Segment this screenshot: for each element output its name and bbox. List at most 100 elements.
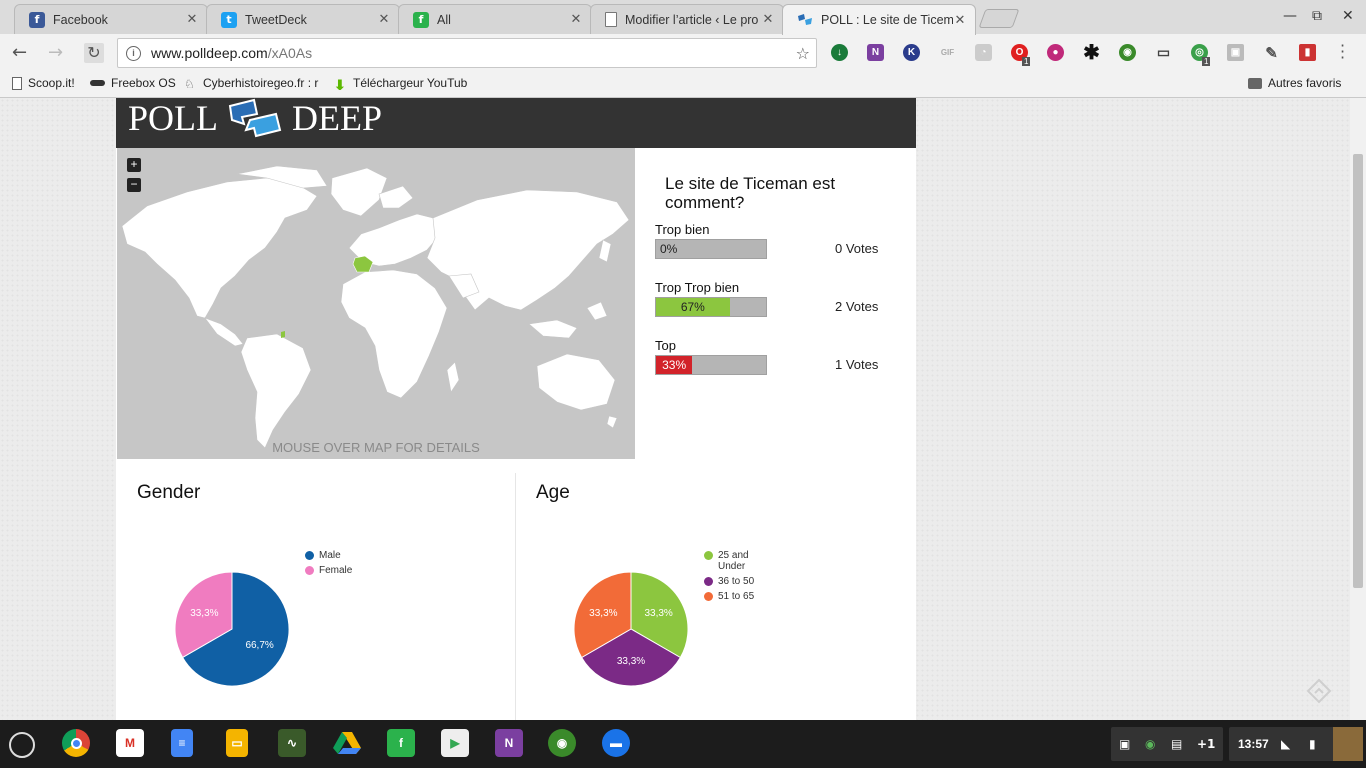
tv-icon[interactable]: ∿ [278, 729, 306, 757]
book-extension-icon[interactable]: ▮ [1299, 44, 1316, 61]
onenote-icon[interactable]: N [867, 44, 884, 61]
new-tab-button[interactable] [978, 9, 1020, 28]
scrollbar-thumb[interactable] [1353, 154, 1363, 588]
k-extension-icon[interactable]: K [903, 44, 920, 61]
screenshot-extension-icon[interactable]: ▣ [1227, 44, 1244, 61]
bookmark-youtube-downloader[interactable]: ⬇ Téléchargeur YouTub [334, 76, 472, 90]
vote-count: 1 Votes [835, 357, 879, 372]
feedly-icon[interactable]: f [387, 729, 415, 757]
result-bar: 67% [655, 297, 767, 317]
browser-toolbar: ← → ↻ i www.polldeep.com/xA0As ☆ ↓ N K G… [0, 34, 1366, 72]
age-title: Age [536, 482, 570, 503]
bookmark-label: Freebox OS [111, 76, 176, 90]
tab-title: TweetDeck [245, 12, 307, 27]
address-host: www.polldeep.com [151, 45, 268, 61]
freebox-icon [90, 80, 105, 86]
chrome-icon[interactable] [62, 729, 90, 757]
legend-item: 25 and Under [704, 550, 774, 572]
feedly-icon: f [413, 11, 429, 28]
world-map[interactable]: + − MOUSE OVER MAP FOR DETAILS [117, 148, 635, 459]
slides-icon[interactable]: ▭ [226, 729, 248, 757]
drive-icon[interactable] [333, 729, 361, 757]
legend-item: Male [305, 550, 352, 561]
camera-extension-icon[interactable]: ● [1047, 44, 1064, 61]
pen-icon[interactable]: ✎ [1263, 44, 1280, 62]
bookmark-label: Téléchargeur YouTub [353, 76, 468, 90]
poll-question: Le site de Ticeman est comment? [665, 174, 836, 212]
tab-modifier-article[interactable]: Modifier l’article ‹ Le pro ✕ [590, 4, 784, 34]
info-icon[interactable]: i [126, 45, 141, 61]
page-icon [605, 12, 617, 27]
notification-tray[interactable]: ▣ ◉ ▤ +1 [1111, 727, 1223, 761]
launcher-button[interactable] [9, 732, 35, 758]
tab-polldeep[interactable]: POLL : Le site de Ticema ✕ [782, 4, 976, 35]
gif-extension-icon[interactable]: GIF [939, 44, 956, 61]
asterisk-icon[interactable]: ✱ [1083, 42, 1100, 64]
close-icon[interactable]: ✕ [185, 12, 199, 27]
turtle-tray-icon[interactable]: ◉ [1145, 737, 1155, 751]
tab-title: Facebook [53, 12, 108, 27]
onenote-icon[interactable]: N [495, 729, 523, 757]
reload-icon[interactable]: ↻ [84, 43, 104, 63]
legend-item: 36 to 50 [704, 576, 774, 587]
page-scrollbar[interactable] [1350, 98, 1366, 720]
maximize-icon[interactable]: ⧉ [1312, 8, 1322, 24]
extension-download-icon[interactable]: ↓ [831, 44, 848, 61]
close-icon[interactable]: ✕ [377, 12, 391, 27]
close-icon[interactable]: ✕ [761, 12, 775, 27]
logo-word: POLL [128, 98, 218, 138]
clock: 13:57 [1238, 737, 1269, 751]
rss-icon[interactable]: ◔ [975, 44, 992, 61]
bookmark-freebox[interactable]: Freebox OS [90, 76, 176, 90]
cast-icon[interactable]: ▭ [1155, 44, 1172, 61]
tab-tweetdeck[interactable]: t TweetDeck ✕ [206, 4, 400, 34]
age-pie-chart: 33,3% 33,3% 33,3% [573, 571, 689, 687]
back-icon[interactable]: ← [12, 43, 27, 63]
option-label: Top [655, 338, 676, 353]
tab-feedly[interactable]: f All ✕ [398, 4, 592, 34]
extension-badge: 1 [1202, 57, 1211, 66]
turtle-icon[interactable]: ◉ [548, 729, 576, 757]
option-label: Trop Trop bien [655, 280, 740, 295]
legend-label: 25 and Under [718, 550, 749, 572]
bookmark-cyberhistoiregeo[interactable]: ♘ Cyberhistoiregeo.fr : r [184, 76, 322, 90]
turtle-extension-icon[interactable]: ◉ [1119, 44, 1136, 61]
battery-icon: ▮ [1309, 737, 1316, 751]
gender-pie-chart: 66,7% 33,3% [174, 571, 290, 687]
minimize-icon[interactable]: — [1283, 8, 1297, 24]
result-percent: 33% [662, 358, 687, 372]
close-window-icon[interactable]: ✕ [1342, 8, 1354, 24]
legend-item: 51 to 65 [704, 591, 774, 602]
bookmark-scoopit[interactable]: Scoop.it! [12, 76, 75, 90]
notification-icon[interactable]: ▤ [1171, 737, 1182, 751]
zoom-in-button[interactable]: + [127, 158, 141, 172]
logo-word: DEEP [292, 98, 382, 138]
zoom-out-button[interactable]: − [127, 178, 141, 192]
forward-icon[interactable]: → [48, 43, 63, 63]
other-bookmarks-folder[interactable]: Autres favoris [1248, 76, 1341, 90]
pie-slice-label: 33,3% [617, 656, 645, 667]
docs-icon[interactable]: ≡ [171, 729, 193, 757]
bookmark-star-icon[interactable]: ☆ [796, 44, 810, 63]
result-bar: 0% [655, 239, 767, 259]
avatar[interactable] [1333, 727, 1363, 761]
poll-container: POLL DEEP + − MOUSE OVER MAP FOR DETAILS… [116, 98, 916, 720]
files-icon[interactable]: ▬ [602, 729, 630, 757]
play-store-icon[interactable]: ▶ [441, 729, 469, 757]
download-arrow-icon: ⬇ [334, 76, 346, 91]
pie-slice-label: 66,7% [245, 640, 273, 651]
close-icon[interactable]: ✕ [953, 13, 967, 28]
world-map-drawing [121, 165, 630, 449]
feedly-mini-icon[interactable] [1306, 678, 1332, 704]
tab-facebook[interactable]: f Facebook ✕ [14, 4, 208, 34]
legend-label: Female [319, 565, 353, 576]
vote-count: 2 Votes [835, 299, 879, 314]
gmail-icon[interactable]: M [116, 729, 144, 757]
screenshot-icon[interactable]: ▣ [1119, 737, 1130, 751]
menu-icon[interactable]: · · · [1340, 38, 1345, 66]
address-bar[interactable]: i www.polldeep.com/xA0As ☆ [117, 38, 817, 68]
close-icon[interactable]: ✕ [569, 12, 583, 27]
status-area[interactable]: 13:57 ◣ ▮ [1229, 727, 1363, 761]
polldeep-logo[interactable]: POLL DEEP [128, 98, 382, 138]
gender-legend: Male Female [305, 550, 352, 580]
